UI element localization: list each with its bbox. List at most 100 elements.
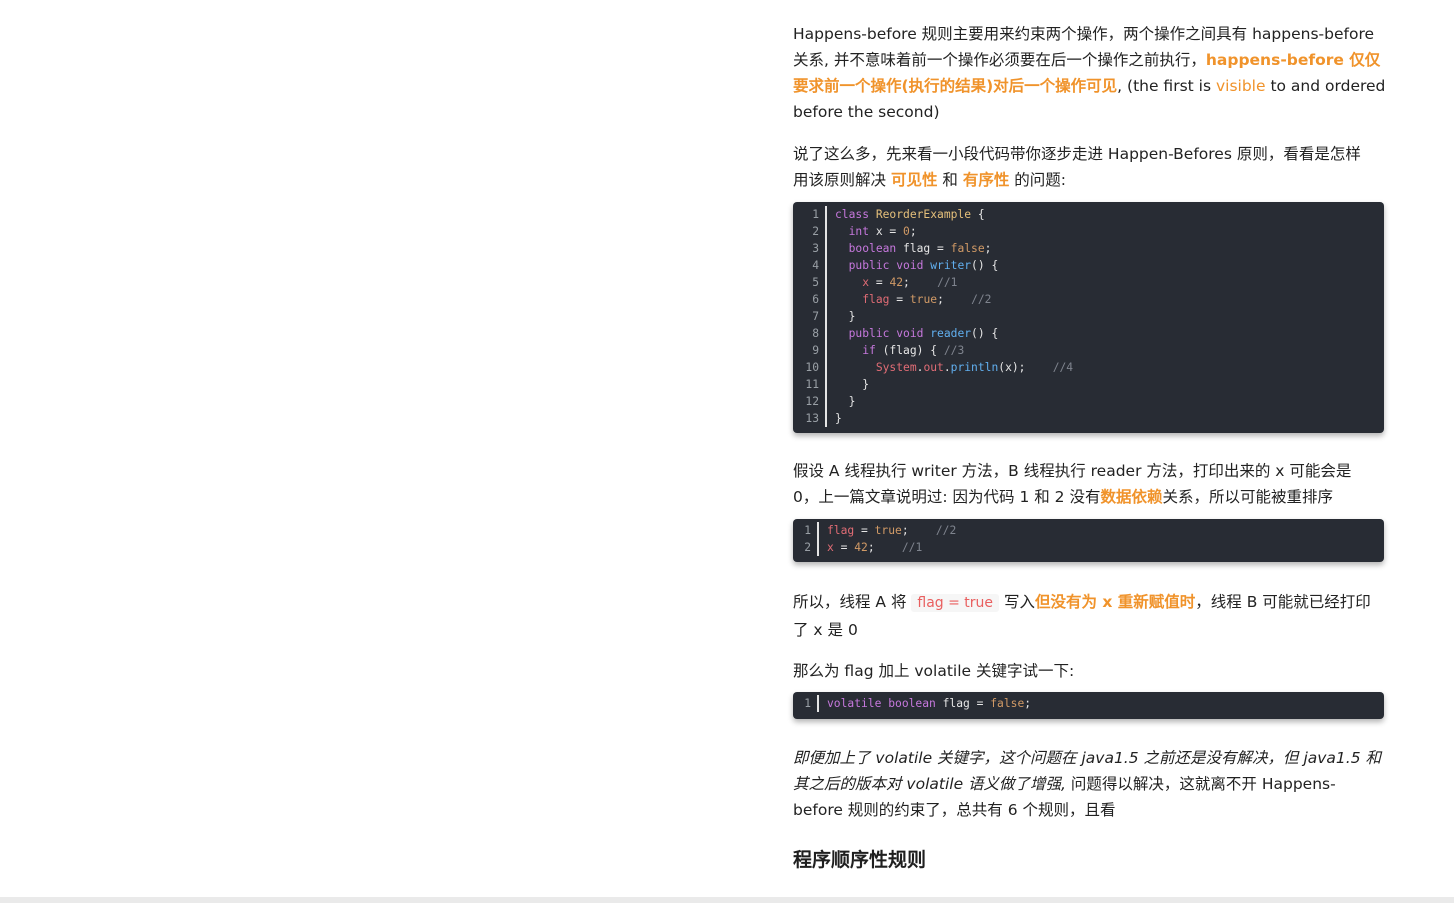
- compiler-box-label: 编译器: [327, 678, 355, 690]
- paragraph-line: 用该原则解决 可见性 和 有序性 的问题:: [793, 167, 1393, 193]
- strategy-list: 对于会改变程序执行结果的重排序,JMM要求编译器和处理器必须禁止这种重排序。 对…: [48, 114, 688, 182]
- text-run: 所以，线程 A 将: [793, 593, 912, 611]
- paragraph-line: 其之后的版本对 volatile 语义做了增强, 问题得以解决，这就离不开 Ha…: [793, 771, 1393, 797]
- code-line: 11 }: [793, 376, 1384, 393]
- code-line: 6 flag = true; //2: [793, 291, 1384, 308]
- check-icon: ✔: [48, 866, 67, 891]
- compiler-box-label: 编译器: [151, 678, 179, 690]
- section-heading-text: Happens-before: [76, 866, 267, 890]
- code-line: 1 class ReorderExample {: [793, 206, 1384, 223]
- list-item: 对于不会改变程序执行结果的重排序, JMM对编译器和处理器不做要求 (JMM允许…: [88, 137, 688, 181]
- paragraph-line: Happens-before 规则主要用来约束两个操作，两个操作之间具有 hap…: [793, 25, 1375, 43]
- cloud-pointer: [306, 349, 374, 385]
- highlight-text: visible: [1215, 77, 1266, 95]
- horizontal-scrollbar[interactable]: [0, 897, 1454, 903]
- diagram-intro: 我们来用个图说明一下:: [48, 223, 209, 241]
- paragraph-line: 说了这么多，先来看一小段代码带你逐步走进 Happen-Befores 原则，看…: [793, 145, 1361, 163]
- code-block-volatile[interactable]: 1 volatile boolean flag = false;: [793, 692, 1384, 719]
- paragraph-line: before 规则的约束了，总共有 6 个规则，且看: [793, 801, 1116, 819]
- code-line: 7 }: [793, 308, 1384, 325]
- page-divider: [716, 0, 717, 903]
- code-block-reordered[interactable]: 1 flag = true; //2 2x = 42; //1: [793, 519, 1384, 562]
- section-heading: 程序顺序性规则: [793, 849, 927, 871]
- compiler-promise-label: /处理器的承诺: [147, 543, 202, 554]
- code-line: 2 int x = 0;: [793, 223, 1384, 240]
- intro-code-paragraph: 说了这么多，先来看一小段代码带你逐步走进 Happen-Befores 原则，看…: [793, 141, 1393, 193]
- text-run: 关系, 并不意味着前一个操作必须要在后一个操作之前执行，: [793, 51, 1206, 69]
- thread-a-paragraph: 所以，线程 A 将 flag = true 写入但没有为 x 重新赋值时，线程 …: [793, 589, 1393, 643]
- cloud-top-text: 可见性保证来编程，只要遵循这个规则就不: [370, 332, 532, 343]
- text-run: 关系，所以可能被重排序: [1162, 488, 1333, 506]
- code-line: 8 public void reader() {: [793, 325, 1384, 342]
- text-run: 用该原则解决: [793, 171, 891, 189]
- quote-line: 只需要了解 happens-before 规则就能得到保证 (图画了好久，不知道…: [72, 779, 618, 797]
- nochange-text: 不会改变程序执: [320, 571, 380, 582]
- text-run: , (the first is: [1117, 77, 1216, 95]
- jmm-diagram-svg: 程序猿基于happens-before规则提供的内存 可见性保证来编程，只要遵循…: [101, 271, 587, 702]
- blockquote: 这就是那个善意的谎言，虽是谎言，但还是照顾到了程序猿的利益，所以我们 只需要了解…: [48, 731, 644, 845]
- intro-paragraph: 为了满足二者的强烈需求，照顾到双方的情绪，于是乎: JMM 就对程序猿说了一个 …: [48, 21, 620, 99]
- hb-paragraph: Happens-before 规则主要用来约束两个操作，两个操作之间具有 hap…: [793, 21, 1393, 125]
- code-line: 13}: [793, 410, 1384, 427]
- paragraph-line: 了 x 是 0: [793, 621, 858, 639]
- paragraph-line: 所以，线程 A 将 flag = true 写入但没有为 x 重新赋值时，线程 …: [793, 589, 1393, 616]
- code-line: 4 public void writer() {: [793, 257, 1384, 274]
- highlight-text: 数据依赖: [1100, 488, 1163, 506]
- paragraph-line: 0，上一篇文章说明过: 因为代码 1 和 2 没有数据依赖关系，所以可能被重排序: [793, 484, 1393, 510]
- highlight-text: 有序性: [962, 171, 1010, 189]
- list-item: 对于会改变程序执行结果的重排序,JMM要求编译器和处理器必须禁止这种重排序。: [88, 114, 688, 136]
- text-run: 和: [937, 171, 963, 189]
- italic-text: 其之后的版本对 volatile 语义做了增强,: [793, 775, 1066, 793]
- code-line: 1 flag = true; //2: [793, 522, 1384, 539]
- code-line: 2x = 42; //1: [793, 539, 1384, 556]
- code-block-reorder[interactable]: 1 class ReorderExample { 2 int x = 0; 3 b…: [793, 202, 1384, 433]
- processor-box-label: 处理器: [416, 678, 445, 690]
- left-page: 为了满足二者的强烈需求，照顾到双方的情绪，于是乎: JMM 就对程序猿说了一个 …: [0, 0, 716, 903]
- jmm-diagram: 程序猿基于happens-before规则提供的内存 可见性保证来编程，只要遵循…: [92, 261, 598, 709]
- highlight-text: happens-before 仅仅: [1205, 51, 1381, 69]
- cloud-right-text: 在: [511, 563, 520, 574]
- text-run: 问题得以解决，这就离不开 Happens-: [1065, 775, 1336, 793]
- intro-line: 私下却有自己的策略:: [48, 77, 193, 95]
- jmm-boundary: [101, 350, 507, 636]
- paragraph-line: before the second): [793, 103, 940, 121]
- cloud-right-pointer: [386, 564, 460, 579]
- section-heading: ✔ Happens-before: [48, 866, 266, 891]
- cloud-top-text: 程序猿基于happens-before规则提供的内存: [367, 321, 536, 332]
- code-line: 10 System.out.println(x); //4: [793, 359, 1384, 376]
- arrow-head: [295, 420, 307, 430]
- code-line: 3 boolean flag = false;: [793, 240, 1384, 257]
- code-line: 5 x = 42; //1: [793, 274, 1384, 291]
- nochange-text: 行结果的重排序: [319, 583, 380, 594]
- highlight-text: 但没有为 x 重新赋值时: [1034, 593, 1196, 611]
- cloud-right-text: 序，实际上并没有, 这就是谎言所: [453, 552, 578, 563]
- highlight-text: 要求前一个操作(执行的结果)对后一个操作可见: [793, 77, 1118, 95]
- quote-line: 了谎言的所在😅，欢迎留言): [72, 805, 265, 823]
- hb-rule-line: 规则: [289, 459, 313, 474]
- jmm-label: JMM: [114, 375, 141, 388]
- volatile-paragraph: 即便加上了 volatile 关键字，这个问题在 java1.5 之前还是没有解…: [793, 745, 1393, 823]
- inline-code: flag = true: [911, 594, 1000, 612]
- text-run: 0，上一篇文章说明过: 因为代码 1 和 2 没有: [793, 488, 1101, 506]
- paragraph-line: 假设 A 线程执行 writer 方法，B 线程执行 reader 方法，打印出…: [793, 462, 1352, 480]
- intro-line: 善意的谎言: 「会严格遵守 Happpen-Befores 规则，不会重排序」让…: [48, 51, 621, 69]
- code-line: 12 }: [793, 393, 1384, 410]
- thread-paragraph: 假设 A 线程执行 writer 方法，B 线程执行 reader 方法，打印出…: [793, 458, 1393, 510]
- compiler-promise-box: [136, 515, 470, 617]
- change-text: 结果的重排序: [211, 583, 263, 594]
- highlight-text: 可见性: [890, 171, 938, 189]
- code-line: 9 if (flag) { //3: [793, 342, 1384, 359]
- change-text: 会改变程序执行: [207, 571, 267, 582]
- promise-label: JMM对程序猿的承诺: [142, 422, 220, 433]
- forbid-label: 要求禁止: [305, 509, 341, 521]
- paragraph-line: 即便加上了 volatile 关键字，这个问题在 java1.5 之前还是没有解…: [793, 749, 1382, 767]
- paragraph-line: 关系, 并不意味着前一个操作必须要在后一个操作之前执行，happens-befo…: [793, 47, 1393, 73]
- text-run: 的问题:: [1009, 171, 1066, 189]
- code-line: 1 volatile boolean flag = false;: [793, 695, 1384, 712]
- text-run: to and ordered: [1265, 77, 1386, 95]
- text-run: ，线程 B 可能就已经打印: [1195, 593, 1371, 611]
- quote-line: 这就是那个善意的谎言，虽是谎言，但还是照顾到了程序猿的利益，所以我们: [72, 753, 600, 771]
- programmer-smiley-icon: [271, 282, 331, 342]
- hb-rule-line: happens-before: [254, 444, 348, 458]
- paragraph-line: 要求前一个操作(执行的结果)对后一个操作可见, (the first is vi…: [793, 73, 1393, 99]
